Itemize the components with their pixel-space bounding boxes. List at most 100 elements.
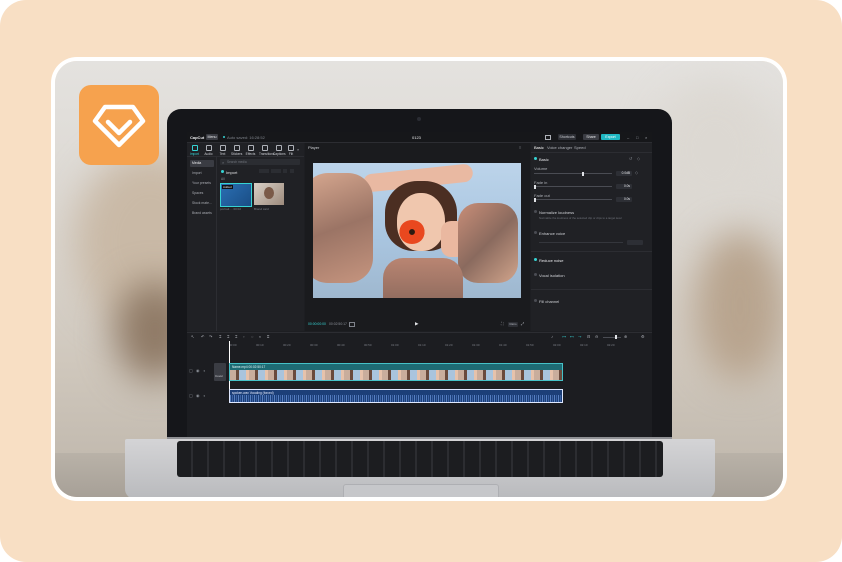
mirror-icon[interactable]: ◐	[259, 334, 261, 339]
preview-axis-icon[interactable]: ⊟	[587, 334, 590, 339]
search-input[interactable]: ⌕ Search media	[220, 159, 300, 165]
tab-voice-changer[interactable]: Voice changer	[547, 145, 572, 150]
reset-icon[interactable]: ↺	[629, 156, 632, 161]
lock-track-icon[interactable]: ▢	[189, 368, 193, 373]
import-button[interactable]: Import	[226, 170, 237, 175]
more-tools-icon[interactable]: »	[297, 147, 299, 152]
tool-captions[interactable]: Captions	[273, 144, 286, 156]
tool-effects[interactable]: Effects	[245, 144, 256, 156]
sidebar-item-presets[interactable]: Your presets	[190, 180, 214, 187]
fade-out-knob[interactable]	[534, 197, 536, 202]
split-right-icon[interactable]: ⌶	[235, 334, 237, 339]
zoom-knob[interactable]	[615, 335, 617, 339]
sidebar-item-spaces[interactable]: Spaces	[190, 190, 214, 197]
volume-knob[interactable]	[582, 171, 585, 176]
volume-keyframe-icon[interactable]: ◇	[635, 170, 638, 175]
filter-all-label[interactable]: All	[221, 177, 225, 181]
view-toggle-icon[interactable]	[259, 169, 269, 173]
ruler-tick: 00:10	[256, 343, 264, 347]
timeline-settings-icon[interactable]: ⚙	[641, 334, 645, 339]
video-clip[interactable]: Name.mp4 00:02:50:17	[229, 363, 563, 381]
volume-value[interactable]: 0.0dB	[616, 170, 632, 176]
export-button[interactable]: Export	[601, 134, 620, 140]
audio-icon	[205, 145, 212, 151]
sidebar-item-stock[interactable]: Stock mate...	[190, 200, 214, 207]
menu-button[interactable]: Menu	[206, 134, 218, 140]
sidebar-item-brand[interactable]: Brand assets	[190, 210, 214, 217]
volume-slider[interactable]	[534, 171, 612, 176]
stage: CapCut Menu Auto saved: 16:28:52 0123 Sh…	[0, 0, 842, 562]
media-thumb-1[interactable]: Added	[220, 183, 252, 207]
close-icon[interactable]: ×	[645, 135, 647, 140]
fullscreen-icon[interactable]: ⤢	[521, 321, 524, 326]
monitor-icon[interactable]	[545, 135, 551, 140]
delete-icon[interactable]: ▫	[243, 334, 244, 339]
audio-clip[interactable]: spoken.wav Vocaling (forced)	[229, 389, 563, 403]
media-thumb-2[interactable]	[254, 183, 284, 205]
maximize-icon[interactable]: □	[636, 135, 638, 140]
import-dot-icon	[221, 170, 224, 173]
lock-audio-icon[interactable]: ▢	[189, 393, 193, 398]
player-menu-icon[interactable]: ≡	[519, 145, 521, 150]
split-icon[interactable]: ⌶	[219, 334, 221, 339]
undo-icon[interactable]: ↶	[201, 334, 204, 339]
microphone-icon[interactable]: ♪	[551, 334, 553, 339]
ruler-tick: 00:20	[283, 343, 291, 347]
enhance-voice-toggle[interactable]	[534, 231, 537, 234]
enhance-value-box[interactable]	[627, 239, 643, 245]
tool-filters[interactable]: Filt	[287, 144, 295, 156]
split-left-icon[interactable]: ⌶	[227, 334, 229, 339]
tool-transitions[interactable]: Transitions	[259, 144, 274, 156]
fit-icon[interactable]: ⛶	[501, 321, 504, 326]
normalize-description: Normalize the loudness of the selected c…	[539, 216, 622, 220]
reduce-noise-toggle[interactable]	[534, 258, 537, 261]
more-icon[interactable]	[290, 169, 294, 173]
snap-icon[interactable]: ⊷	[570, 334, 574, 339]
normalize-toggle[interactable]	[534, 210, 537, 213]
ratio-button[interactable]: Ratio	[508, 321, 518, 327]
filter-icon[interactable]	[283, 169, 287, 173]
hide-track-icon[interactable]: ◉	[196, 368, 200, 373]
enhance-slider[interactable]	[539, 242, 623, 243]
tab-basic[interactable]: Basic	[534, 145, 544, 150]
timecode-toggle-icon[interactable]	[349, 322, 355, 327]
link-icon[interactable]: ⊶	[562, 334, 566, 339]
mute-track-icon[interactable]: ◖	[203, 368, 205, 373]
zoom-slider[interactable]	[603, 335, 621, 339]
crop-icon[interactable]: ⌗	[267, 334, 269, 339]
select-tool-icon[interactable]: ↖	[191, 334, 194, 339]
fade-out-value[interactable]: 0.0s	[616, 196, 632, 202]
play-button[interactable]: ▶	[415, 321, 418, 327]
zoom-in-icon[interactable]: ⊕	[624, 334, 627, 339]
tab-speed[interactable]: Speed	[574, 145, 586, 150]
fade-in-slider[interactable]	[534, 184, 612, 189]
cover-button[interactable]: Cover	[214, 363, 226, 381]
share-button[interactable]: Share	[583, 134, 599, 140]
sort-icon[interactable]	[271, 169, 281, 173]
tool-stickers[interactable]: Stickers	[231, 144, 242, 156]
tool-audio[interactable]: Audio	[203, 144, 214, 156]
fade-out-slider[interactable]	[534, 197, 612, 202]
tool-import[interactable]: Import	[189, 144, 200, 156]
keyboard	[177, 441, 663, 477]
mask-icon[interactable]: ◌	[251, 334, 253, 339]
sidebar-item-media[interactable]: Media	[190, 160, 214, 167]
thumb-2-portrait	[264, 187, 274, 199]
fade-in-value[interactable]: 0.0s	[616, 183, 632, 189]
tool-text[interactable]: Text	[217, 144, 228, 156]
transitions-icon	[261, 145, 268, 151]
fade-in-knob[interactable]	[534, 184, 536, 189]
vocal-isolation-toggle[interactable]	[534, 273, 537, 276]
ruler-tick: 01:20	[445, 343, 453, 347]
shortcuts-button[interactable]: Shortcuts	[558, 134, 576, 140]
sidebar-item-import[interactable]: Import	[190, 170, 214, 177]
fill-channel-toggle[interactable]	[534, 299, 537, 302]
hide-audio-icon[interactable]: ◉	[196, 393, 200, 398]
zoom-out-icon[interactable]: ⊖	[595, 334, 598, 339]
magnet-icon[interactable]: ⊸	[578, 334, 581, 339]
mute-audio-icon[interactable]: ◖	[203, 393, 205, 398]
basic-toggle[interactable]	[534, 157, 537, 160]
keyframe-icon[interactable]: ◇	[637, 156, 640, 161]
minimize-icon[interactable]: –	[627, 135, 629, 140]
redo-icon[interactable]: ↷	[209, 334, 212, 339]
